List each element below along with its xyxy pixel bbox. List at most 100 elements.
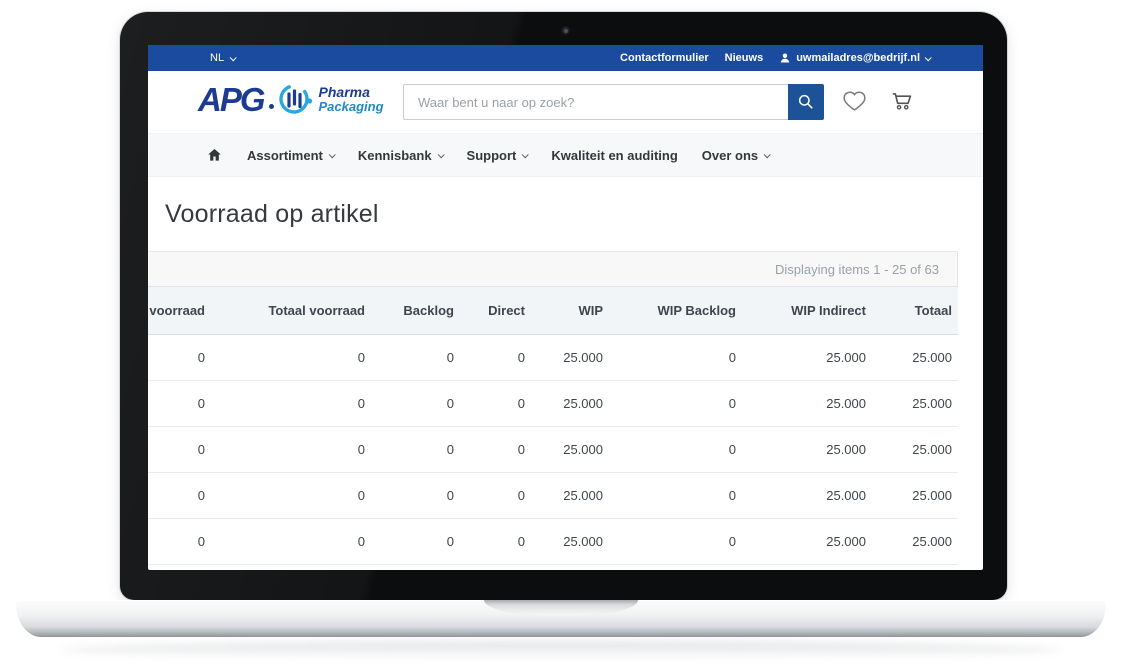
table-cell: 25.000 — [876, 380, 958, 426]
table-cell: 0 — [148, 518, 215, 564]
nav-label: Over ons — [702, 148, 758, 163]
table-cell: 0 — [613, 426, 746, 472]
table-cell: 0 — [613, 380, 746, 426]
search-icon — [796, 92, 816, 112]
nav-label: Assortiment — [247, 148, 323, 163]
site-logo[interactable]: APG Pharma Packaging — [198, 80, 384, 118]
heart-icon — [841, 88, 868, 114]
logo-line2: Packaging — [319, 100, 384, 114]
account-email: uwmailadres@bedrijf.nl — [796, 52, 920, 64]
col-backlog: Backlog — [375, 287, 464, 334]
chevron-down-icon — [764, 151, 771, 158]
contact-link[interactable]: Contactformulier — [620, 52, 709, 64]
stock-table-container: Displaying items 1 - 25 of 63 voorraad T… — [148, 251, 958, 565]
col-voorraad: voorraad — [148, 287, 215, 334]
table-cell: 25.000 — [876, 426, 958, 472]
table-row: 000025.000025.00025.000 — [148, 334, 958, 380]
table-cell: 25.000 — [535, 518, 613, 564]
chevron-down-icon — [437, 151, 444, 158]
nav-item-kwaliteit[interactable]: Kwaliteit en auditing — [551, 148, 677, 163]
nav-home[interactable] — [206, 147, 223, 163]
page-title: Voorraad op artikel — [165, 200, 983, 229]
table-cell: 0 — [375, 518, 464, 564]
table-cell: 25.000 — [876, 472, 958, 518]
language-label: NL — [210, 52, 224, 64]
table-body: 000025.000025.00025.000000025.000025.000… — [148, 334, 958, 564]
table-cell: 0 — [375, 334, 464, 380]
table-cell: 25.000 — [876, 518, 958, 564]
laptop-lid: NL Contactformulier Nieuws uwmailadres@b… — [120, 12, 1007, 600]
nav-item-kennisbank[interactable]: Kennisbank — [358, 148, 443, 163]
table-cell: 25.000 — [535, 334, 613, 380]
news-link[interactable]: Nieuws — [725, 52, 764, 64]
chevron-down-icon — [230, 54, 237, 61]
table-cell: 0 — [148, 334, 215, 380]
user-icon — [779, 52, 791, 64]
cart-icon — [888, 88, 916, 114]
table-cell: 25.000 — [746, 380, 876, 426]
nav-item-support[interactable]: Support — [467, 148, 528, 163]
col-totaal: Totaal — [876, 287, 958, 334]
nav-label: Kwaliteit en auditing — [551, 148, 677, 163]
table-cell: 0 — [464, 518, 535, 564]
nav-item-assortiment[interactable]: Assortiment — [247, 148, 334, 163]
table-cell: 0 — [464, 426, 535, 472]
account-menu[interactable]: uwmailadres@bedrijf.nl — [779, 52, 930, 64]
table-cell: 0 — [215, 426, 375, 472]
site-header: APG Pharma Packaging — [148, 71, 983, 133]
search-bar — [403, 84, 824, 120]
table-cell: 0 — [148, 380, 215, 426]
table-cell: 25.000 — [876, 334, 958, 380]
cart-button[interactable] — [888, 88, 916, 119]
table-cell: 0 — [613, 472, 746, 518]
table-cell: 25.000 — [746, 472, 876, 518]
pagination-status: Displaying items 1 - 25 of 63 — [148, 251, 957, 287]
table-cell: 0 — [375, 426, 464, 472]
table-cell: 25.000 — [535, 426, 613, 472]
table-header-row: voorraad Totaal voorraad Backlog Direct … — [148, 287, 958, 334]
chevron-down-icon — [522, 151, 529, 158]
table-row: 000025.000025.00025.000 — [148, 472, 958, 518]
table-cell: 25.000 — [535, 472, 613, 518]
table-cell: 0 — [375, 472, 464, 518]
home-icon — [206, 147, 223, 163]
table-cell: 0 — [148, 472, 215, 518]
dna-logo-icon — [276, 80, 314, 118]
language-selector[interactable]: NL — [148, 52, 235, 64]
table-cell: 0 — [215, 334, 375, 380]
col-direct: Direct — [464, 287, 535, 334]
table-cell: 0 — [148, 426, 215, 472]
stock-table: voorraad Totaal voorraad Backlog Direct … — [148, 287, 958, 565]
laptop-screen: NL Contactformulier Nieuws uwmailadres@b… — [148, 45, 983, 570]
table-cell: 0 — [375, 380, 464, 426]
nav-label: Kennisbank — [358, 148, 432, 163]
table-cell: 25.000 — [535, 380, 613, 426]
table-row: 000025.000025.00025.000 — [148, 426, 958, 472]
search-button[interactable] — [788, 84, 824, 120]
table-cell: 25.000 — [746, 334, 876, 380]
table-cell: 0 — [464, 472, 535, 518]
main-nav: Assortiment Kennisbank Support Kwaliteit… — [148, 133, 983, 177]
chevron-down-icon — [925, 54, 932, 61]
table-cell: 0 — [464, 334, 535, 380]
col-wip-indirect: WIP Indirect — [746, 287, 876, 334]
table-cell: 0 — [215, 472, 375, 518]
nav-item-over-ons[interactable]: Over ons — [702, 148, 769, 163]
table-cell: 25.000 — [746, 518, 876, 564]
wishlist-button[interactable] — [841, 88, 868, 119]
table-cell: 0 — [215, 518, 375, 564]
laptop-reflection — [60, 641, 1062, 659]
col-wip-backlog: WIP Backlog — [613, 287, 746, 334]
table-row: 000025.000025.00025.000 — [148, 518, 958, 564]
logo-line1: Pharma — [319, 85, 384, 100]
nav-label: Support — [467, 148, 517, 163]
table-cell: 0 — [464, 380, 535, 426]
webcam — [561, 26, 570, 35]
table-cell: 25.000 — [746, 426, 876, 472]
col-totaal-voorraad: Totaal voorraad — [215, 287, 375, 334]
search-input[interactable] — [403, 84, 788, 120]
table-cell: 0 — [613, 334, 746, 380]
top-utility-bar: NL Contactformulier Nieuws uwmailadres@b… — [148, 45, 983, 71]
table-cell: 0 — [215, 380, 375, 426]
table-cell: 0 — [613, 518, 746, 564]
